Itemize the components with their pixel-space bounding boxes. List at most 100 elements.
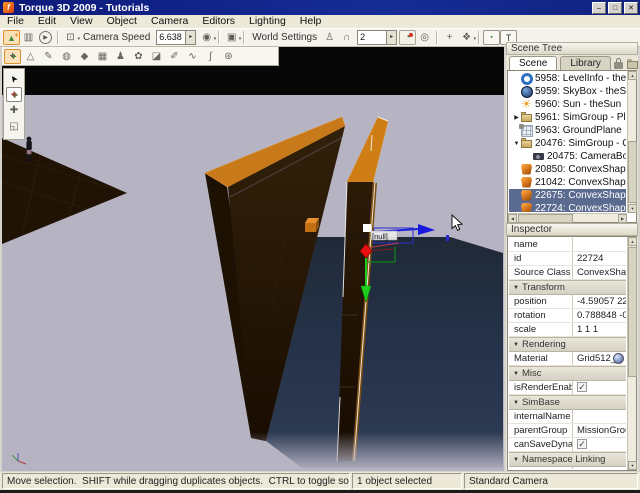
group-collapse-icon[interactable]: ▼ <box>513 457 519 463</box>
scrollbar-thumb[interactable] <box>628 141 637 203</box>
group-collapse-icon[interactable]: ▼ <box>513 371 519 377</box>
inspector-vertical-scrollbar[interactable]: ▲ ▼ <box>627 237 636 470</box>
visibility-button[interactable]: ◉▾ <box>198 30 215 45</box>
menu-item-file[interactable]: File <box>0 15 31 28</box>
material-picker-icon[interactable] <box>613 353 624 364</box>
tree-item-convexshape-21042[interactable]: 21042: ConvexShape <box>509 176 626 189</box>
viewport[interactable]: 22724: [null] <box>2 47 504 471</box>
inspector-group-simbase[interactable]: ▼SimBase <box>509 395 626 410</box>
scroll-left-icon[interactable]: ◀ <box>508 214 517 223</box>
close-button[interactable]: ✕ <box>624 2 638 14</box>
tree-item-groundplane[interactable]: 5963: GroundPlane <box>509 124 626 137</box>
road-editor-tool[interactable]: ◪ <box>148 49 165 64</box>
field-value-scale[interactable]: 1 1 1 <box>573 323 626 336</box>
terrain-editor-tool[interactable]: △ <box>22 49 39 64</box>
grid-snap-button[interactable]: ◎ <box>416 30 433 45</box>
tree-horizontal-scrollbar[interactable]: ◀ ▶ <box>508 213 627 222</box>
tab-library[interactable]: Library <box>560 56 611 70</box>
field-value-id[interactable]: 22724 <box>573 252 626 265</box>
menu-item-editors[interactable]: Editors <box>195 15 242 28</box>
snap-size-spinner[interactable]: 2▸ <box>357 30 397 45</box>
tree-item-sun[interactable]: 5960: Sun - theSun <box>509 98 626 111</box>
scroll-right-icon[interactable]: ▶ <box>618 214 627 223</box>
checkbox[interactable]: ✓ <box>577 382 587 392</box>
scrollbar-thumb[interactable] <box>518 214 573 223</box>
folder-icon[interactable] <box>627 58 639 70</box>
forest-editor-tool[interactable]: ✿ <box>130 49 147 64</box>
add-camera-bookmark-button[interactable]: + <box>441 30 458 45</box>
inspector-group-transform[interactable]: ▼Transform <box>509 280 626 295</box>
menu-item-object[interactable]: Object <box>100 15 144 28</box>
tree-item-simgroup-playerdrop[interactable]: ▶5961: SimGroup - PlayerDro <box>509 111 626 124</box>
tree-item-camerabookmark[interactable]: 20475: CameraBookmark <box>509 150 626 163</box>
menu-item-lighting[interactable]: Lighting <box>242 15 293 28</box>
scroll-down-icon[interactable]: ▼ <box>628 461 637 470</box>
tab-scene[interactable]: Scene <box>509 56 557 70</box>
floating-cube[interactable] <box>305 218 319 232</box>
gui-editor-button[interactable]: ▥ <box>20 30 37 45</box>
screenshot-button[interactable]: ▣▾ <box>223 30 240 45</box>
group-collapse-icon[interactable]: ▼ <box>513 400 519 406</box>
mesh-road-editor-tool[interactable]: ∿ <box>184 49 201 64</box>
inspector-group-namespace-linking[interactable]: ▼Namespace Linking <box>509 452 626 467</box>
terrain-painter-tool[interactable]: ✎ <box>40 49 57 64</box>
viewport-3d-scene[interactable]: 22724: [null] <box>2 47 504 471</box>
expander-icon[interactable]: ▼ <box>512 141 521 147</box>
maximize-button[interactable]: □ <box>608 2 622 14</box>
field-value-cansavedynamicf[interactable]: ✓ <box>573 438 626 451</box>
field-value-superclass[interactable] <box>573 467 626 469</box>
scale-view-tool[interactable]: ◱ <box>6 119 22 134</box>
field-value-internalname[interactable] <box>573 410 626 423</box>
scroll-up-icon[interactable]: ▲ <box>628 71 637 80</box>
vehicle-editor-tool[interactable]: ⊛ <box>220 49 237 64</box>
group-collapse-icon[interactable]: ▼ <box>513 342 519 348</box>
select-arrow-tool[interactable]: ➤ <box>6 71 22 86</box>
tree-item-convexshape-22675[interactable]: 22675: ConvexShape <box>509 189 626 202</box>
object-snap-button[interactable]: ◔ <box>399 30 416 45</box>
object-bounds-button[interactable]: ▪ <box>483 30 500 45</box>
move-gizmo-tool[interactable]: + <box>6 87 22 102</box>
scrollbar-thumb[interactable] <box>628 247 637 377</box>
tree-vertical-scrollbar[interactable]: ▲ ▼ <box>627 71 636 213</box>
scroll-down-icon[interactable]: ▼ <box>628 204 637 213</box>
menu-item-camera[interactable]: Camera <box>144 15 195 28</box>
tree-item-convexshape-20850[interactable]: 20850: ConvexShape <box>509 163 626 176</box>
expander-icon[interactable]: ▶ <box>512 114 521 121</box>
object-editor-tool[interactable]: + <box>4 49 21 64</box>
camera-speed-spinner-arrow[interactable]: ▸ <box>185 31 195 44</box>
play-game-button[interactable]: ▶ <box>39 31 52 44</box>
camera-menu-button[interactable]: ⊡▾ <box>62 30 79 45</box>
tree-item-simgroup-camera[interactable]: ▼20476: SimGroup - CameraB <box>509 137 626 150</box>
soft-snap-button[interactable]: ∩ <box>338 30 355 45</box>
decal-editor-tool[interactable]: ♟ <box>112 49 129 64</box>
drop-player-at-camera-button[interactable]: ♙ <box>321 30 338 45</box>
field-value-isrenderenabled[interactable]: ✓ <box>573 381 626 394</box>
inspector-group-rendering[interactable]: ▼Rendering <box>509 337 626 352</box>
field-value-material[interactable]: Grid512_ <box>573 352 626 365</box>
menu-item-view[interactable]: View <box>63 15 100 28</box>
datablock-editor-tool[interactable]: ▦ <box>94 49 111 64</box>
world-editor-button[interactable]: ▲ <box>3 30 20 45</box>
gizmo-center-handle[interactable] <box>363 224 371 232</box>
camera-bookmarks-button[interactable]: ❖▾ <box>458 30 475 45</box>
field-value-rotation[interactable]: 0.788848 -0.43 <box>573 309 626 322</box>
cable-editor-tool[interactable]: ∫ <box>202 49 219 64</box>
camera-speed-spinner[interactable]: 6.638▸ <box>156 30 196 45</box>
scroll-up-icon[interactable]: ▲ <box>628 237 637 246</box>
lock-icon[interactable] <box>613 58 625 70</box>
menu-item-help[interactable]: Help <box>293 15 329 28</box>
tree-item-convexshape-22724[interactable]: 22724: ConvexShape <box>509 202 626 212</box>
snap-size-spinner-arrow[interactable]: ▸ <box>386 31 396 44</box>
translate-tool[interactable]: ✚ <box>6 103 22 118</box>
field-value-parentgroup[interactable]: MissionGroup <box>573 424 626 437</box>
material-editor-tool[interactable]: ◍ <box>58 49 75 64</box>
shape-editor-tool[interactable]: ◆ <box>76 49 93 64</box>
checkbox[interactable]: ✓ <box>577 439 587 449</box>
field-value-position[interactable]: -4.59057 22.51 <box>573 295 626 308</box>
river-editor-tool[interactable]: ✐ <box>166 49 183 64</box>
inspector-group-misc[interactable]: ▼Misc <box>509 366 626 381</box>
menu-item-edit[interactable]: Edit <box>31 15 63 28</box>
field-value-name[interactable] <box>573 238 626 251</box>
minimize-button[interactable]: – <box>592 2 606 14</box>
group-collapse-icon[interactable]: ▼ <box>513 285 519 291</box>
